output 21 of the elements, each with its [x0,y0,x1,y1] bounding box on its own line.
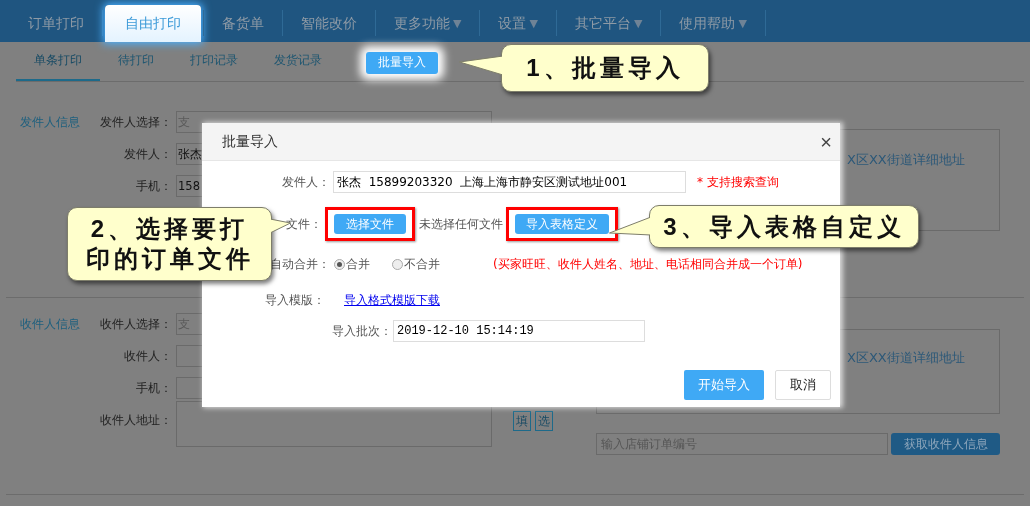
field-label: 文件： [286,215,322,233]
callout-text: 1、批量导入 [526,53,684,83]
callout-text: 2、选择要打印的订单文件 [84,214,255,274]
field-label: 发件人选择： [99,114,172,131]
section-title: 收件人信息 [19,316,81,333]
search-hint: * 支持搜索查询 [697,173,779,191]
field-label: 自动合并： [270,256,330,273]
dialog-title: 批量导入 [222,132,278,151]
field-label: 收件人： [123,348,172,365]
field-label: 收件人选择： [99,316,172,333]
field-label: 导入批次： [332,322,392,340]
field-label: 发件人： [123,146,172,163]
no-file-text: 未选择任何文件 [419,215,503,233]
field-label: 收件人地址： [99,412,172,429]
field-label: 导入模版： [265,292,325,309]
merge-note: (买家旺旺、收件人姓名、地址、电话相同合并成一个订单) [493,256,803,273]
field-label: 手机： [135,178,172,195]
field-label: 手机： [135,380,172,397]
field-label: 发件人： [282,173,330,191]
section-title: 发件人信息 [19,114,81,131]
callout-text: 3、导入表格自定义 [663,211,905,242]
